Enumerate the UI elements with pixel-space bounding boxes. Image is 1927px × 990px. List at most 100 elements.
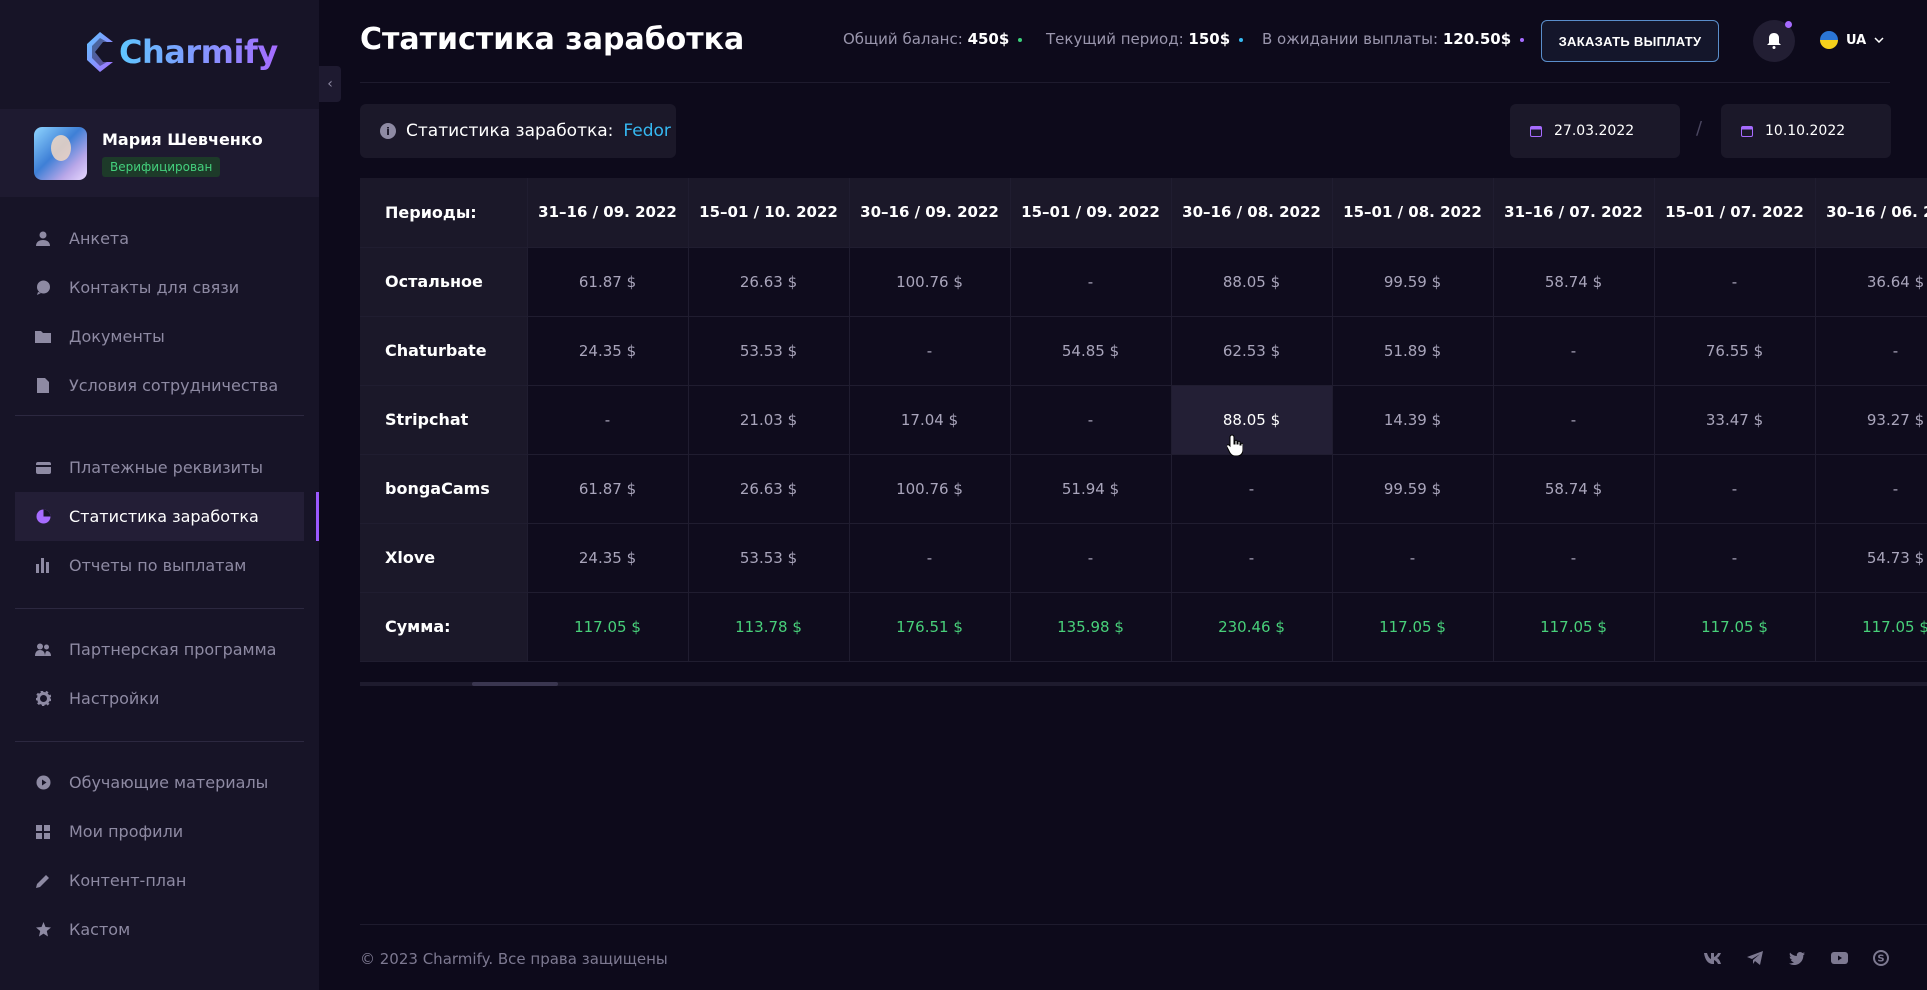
pie-chart-icon [35, 509, 51, 525]
twitter-icon[interactable] [1786, 948, 1808, 968]
nav-label: Условия сотрудничества [69, 376, 279, 395]
table-cell[interactable]: - [1493, 523, 1655, 593]
divider [15, 608, 304, 609]
logo[interactable]: Charmify [85, 30, 278, 74]
table-cell[interactable]: 54.73 $ [1815, 523, 1927, 593]
pending-payout: В ожидании выплаты: 120.50$ [1262, 30, 1525, 48]
table-cell[interactable]: 53.53 $ [688, 523, 850, 593]
table-cell[interactable]: 26.63 $ [688, 247, 850, 317]
table-cell[interactable]: 61.87 $ [527, 454, 689, 524]
profile-card[interactable]: Мария Шевченко Верифицирован [0, 109, 319, 197]
table-cell[interactable]: - [849, 316, 1011, 386]
table-cell[interactable]: 99.59 $ [1332, 454, 1494, 524]
nav-group-profile: Анкета Контакты для связи Документы Усло… [15, 214, 304, 410]
table-cell[interactable]: - [1171, 523, 1333, 593]
order-payout-button[interactable]: ЗАКАЗАТЬ ВЫПЛАТУ [1541, 20, 1719, 62]
play-icon [35, 775, 51, 791]
date-to-picker[interactable]: 10.10.2022 [1721, 104, 1891, 158]
table-cell[interactable]: 100.76 $ [849, 454, 1011, 524]
table-cell-hovered[interactable]: 88.05 $ [1171, 385, 1333, 455]
telegram-icon[interactable] [1744, 948, 1766, 968]
skype-icon[interactable]: S [1870, 948, 1892, 968]
footer-divider [360, 924, 1927, 925]
nav-item-anketa[interactable]: Анкета [15, 214, 304, 263]
table-cell[interactable]: - [527, 385, 689, 455]
table-cell[interactable]: 14.39 $ [1332, 385, 1494, 455]
table-cell[interactable]: - [1010, 385, 1172, 455]
table-cell[interactable]: 21.03 $ [688, 385, 850, 455]
current-period: Текущий период: 150$ [1046, 30, 1244, 48]
table-cell[interactable]: 51.89 $ [1332, 316, 1494, 386]
table-cell[interactable]: - [1654, 454, 1816, 524]
logo-mark-icon [87, 32, 113, 72]
table-cell[interactable]: - [1654, 523, 1816, 593]
earnings-stats-model: i Статистика заработка: Fedor [360, 104, 676, 158]
table-cell[interactable]: 17.04 $ [849, 385, 1011, 455]
nav-label: Партнерская программа [69, 640, 277, 659]
table-cell[interactable]: - [1332, 523, 1494, 593]
nav-item-partner-program[interactable]: Партнерская программа [15, 625, 304, 674]
bell-icon [1767, 33, 1781, 49]
table-row: Остальное 61.87 $ 26.63 $ 100.76 $ - 88.… [360, 247, 1927, 317]
status-dot [1018, 37, 1023, 42]
scrollbar-thumb[interactable] [472, 682, 558, 686]
nav-item-contacts[interactable]: Контакты для связи [15, 263, 304, 312]
table-cell[interactable]: 61.87 $ [527, 247, 689, 317]
nav-item-payout-reports[interactable]: Отчеты по выплатам [15, 541, 304, 590]
table-cell[interactable]: - [1010, 523, 1172, 593]
nav-item-content-plan[interactable]: Контент-план [15, 856, 304, 905]
table-cell[interactable]: - [1171, 454, 1333, 524]
table-cell[interactable]: - [1010, 247, 1172, 317]
table-cell[interactable]: 76.55 $ [1654, 316, 1816, 386]
table-cell[interactable]: - [1815, 316, 1927, 386]
table-cell[interactable]: 99.59 $ [1332, 247, 1494, 317]
notifications-button[interactable] [1753, 20, 1795, 62]
table-cell[interactable]: 24.35 $ [527, 316, 689, 386]
date-separator: / [1696, 118, 1703, 139]
model-name[interactable]: Fedor [623, 121, 671, 141]
period-header: 15–01 / 10. 2022 [688, 178, 850, 248]
table-cell[interactable]: 58.74 $ [1493, 454, 1655, 524]
table-cell[interactable]: 24.35 $ [527, 523, 689, 593]
table-cell[interactable]: - [1493, 385, 1655, 455]
vk-icon[interactable] [1702, 948, 1724, 968]
nav-item-earnings-stats[interactable]: Статистика заработка [15, 492, 319, 541]
table-cell[interactable]: - [1493, 316, 1655, 386]
horizontal-scrollbar[interactable] [360, 682, 1927, 686]
sidebar-collapse-button[interactable]: ‹ [319, 66, 341, 102]
sum-cell: 117.05 $ [1654, 592, 1816, 662]
table-cell[interactable]: 51.94 $ [1010, 454, 1172, 524]
table-cell[interactable]: 100.76 $ [849, 247, 1011, 317]
language-selector[interactable]: UA [1820, 31, 1884, 49]
nav-item-terms[interactable]: Условия сотрудничества [15, 361, 304, 410]
status-dot [1520, 37, 1525, 42]
platform-label: Остальное [360, 247, 528, 317]
table-cell[interactable]: - [849, 523, 1011, 593]
sum-row: Сумма: 117.05 $ 113.78 $ 176.51 $ 135.98… [360, 592, 1927, 662]
table-cell[interactable]: 93.27 $ [1815, 385, 1927, 455]
nav-item-custom[interactable]: Кастом [15, 905, 304, 954]
platform-label: Xlove [360, 523, 528, 593]
youtube-icon[interactable] [1828, 948, 1850, 968]
copyright: © 2023 Charmify. Все права защищены [360, 950, 668, 968]
date-from-picker[interactable]: 27.03.2022 [1510, 104, 1680, 158]
sum-cell: 117.05 $ [1493, 592, 1655, 662]
hand-cursor-icon [1227, 434, 1243, 456]
nav-label: Отчеты по выплатам [69, 556, 247, 575]
nav-item-documents[interactable]: Документы [15, 312, 304, 361]
table-cell[interactable]: 58.74 $ [1493, 247, 1655, 317]
table-cell[interactable]: 36.64 $ [1815, 247, 1927, 317]
nav-item-settings[interactable]: Настройки [15, 674, 304, 723]
nav-item-training[interactable]: Обучающие материалы [15, 758, 304, 807]
table-cell[interactable]: 53.53 $ [688, 316, 850, 386]
table-cell[interactable]: 54.85 $ [1010, 316, 1172, 386]
table-cell[interactable]: - [1815, 454, 1927, 524]
table-cell[interactable]: 62.53 $ [1171, 316, 1333, 386]
table-cell[interactable]: 33.47 $ [1654, 385, 1816, 455]
table-cell[interactable]: 26.63 $ [688, 454, 850, 524]
table-cell[interactable]: - [1654, 247, 1816, 317]
nav-item-payment-details[interactable]: Платежные реквизиты [15, 443, 304, 492]
period-header: 15–01 / 09. 2022 [1010, 178, 1172, 248]
table-cell[interactable]: 88.05 $ [1171, 247, 1333, 317]
nav-item-my-profiles[interactable]: Мои профили [15, 807, 304, 856]
